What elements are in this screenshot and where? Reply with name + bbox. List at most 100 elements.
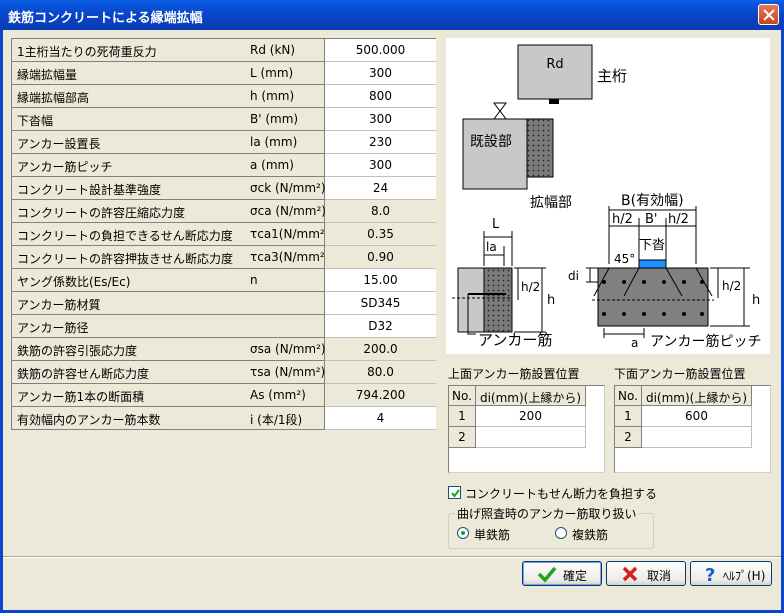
lower-shoe-box bbox=[638, 259, 667, 269]
param-value: 0.90 bbox=[325, 246, 436, 269]
bearing-mark bbox=[549, 99, 559, 104]
param-name: 縁端拡幅量 bbox=[17, 68, 78, 82]
param-label-cell: アンカー筋ピッチ a (mm) bbox=[12, 154, 325, 177]
param-name: 縁端拡幅部高 bbox=[17, 91, 90, 105]
param-row: ヤング係数比(Es/Ec) n 15.00 bbox=[12, 269, 436, 292]
param-value: 200.0 bbox=[325, 338, 436, 361]
bottom-col-no: No. bbox=[615, 386, 642, 406]
param-value[interactable]: 230 bbox=[325, 131, 436, 154]
L-label: L bbox=[492, 217, 500, 232]
param-value[interactable]: 300 bbox=[325, 62, 436, 85]
bottom-col-di: di(mm)(上縁から) bbox=[642, 386, 752, 406]
param-label-cell: アンカー筋径 bbox=[12, 315, 325, 338]
param-label-cell: 縁端拡幅部高 h (mm) bbox=[12, 85, 325, 108]
b-eff-label: B(有効幅) bbox=[621, 193, 684, 209]
param-value: 794.200 bbox=[325, 384, 436, 407]
checkbox-box[interactable] bbox=[448, 486, 461, 499]
bottom-row-no: 2 bbox=[615, 427, 642, 448]
param-label-cell: 鉄筋の許容引張応力度 σsa (N/mm²) bbox=[12, 338, 326, 361]
param-row: 鉄筋の許容引張応力度 σsa (N/mm²) 200.0 bbox=[12, 338, 436, 361]
bottom-row-di[interactable] bbox=[642, 427, 752, 448]
top-row-di[interactable]: 200 bbox=[476, 406, 586, 427]
cancel-button[interactable]: 取消 bbox=[606, 561, 686, 586]
top-row-di[interactable] bbox=[476, 427, 586, 448]
param-label-cell: 縁端拡幅量 L (mm) bbox=[12, 62, 325, 85]
param-row: コンクリートの許容押抜きせん断応力度 τca3(N/mm²) 0.90 bbox=[12, 246, 436, 269]
param-row: アンカー筋1本の断面積 As (mm²) 794.200 bbox=[12, 384, 436, 407]
param-label-cell: コンクリートの負担できるせん断応力度 τca1(N/mm²) bbox=[12, 223, 329, 246]
h-right-label: h bbox=[752, 293, 760, 308]
rd-label: Rd bbox=[546, 57, 563, 72]
check-icon bbox=[537, 566, 557, 583]
param-row: コンクリートの負担できるせん断応力度 τca1(N/mm²) 0.35 bbox=[12, 223, 436, 246]
param-name: ヤング係数比(Es/Ec) bbox=[17, 275, 131, 289]
param-label-cell: 鉄筋の許容せん断応力度 τsa (N/mm²) bbox=[12, 361, 325, 384]
param-value[interactable]: 500.000 bbox=[325, 39, 436, 62]
param-row: アンカー筋ピッチ a (mm) 300 bbox=[12, 154, 436, 177]
param-name: コンクリート設計基準強度 bbox=[17, 183, 162, 197]
param-value[interactable]: 15.00 bbox=[325, 269, 436, 292]
close-icon bbox=[763, 9, 775, 21]
single-rebar-label: 単鉄筋 bbox=[474, 528, 511, 542]
svg-text:?: ? bbox=[705, 565, 715, 583]
param-row: 下沓幅 B' (mm) 300 bbox=[12, 108, 436, 131]
param-value: 8.0 bbox=[325, 200, 436, 223]
parameter-table: 1主桁当たりの死荷重反力 Rd (kN) 500.000 縁端拡幅量 L (mm) 300… bbox=[11, 38, 436, 430]
ok-button[interactable]: 確定 bbox=[522, 561, 602, 586]
widening-section bbox=[483, 267, 513, 333]
help-button[interactable]: ? ﾍﾙﾌﾟ(H) bbox=[690, 561, 772, 586]
h2-right-label: h/2 bbox=[722, 279, 741, 293]
param-row: アンカー筋径 D32 bbox=[12, 315, 436, 338]
param-value[interactable]: 300 bbox=[325, 108, 436, 131]
param-name: コンクリートの許容押抜きせん断応力度 bbox=[17, 252, 234, 266]
param-row: アンカー筋材質 SD345 bbox=[12, 292, 436, 315]
param-row: コンクリート設計基準強度 σck (N/mm²) 24 bbox=[12, 177, 436, 200]
param-symbol: τca1(N/mm²) bbox=[250, 227, 330, 241]
radio-dot[interactable] bbox=[555, 527, 567, 539]
param-value[interactable]: SD345 bbox=[325, 292, 436, 315]
diagram-svg: Rd 主桁 既設部 拡幅部 L la h/2 h アンカー筋 B(有効幅) h/… bbox=[452, 44, 761, 350]
bottom-row-di[interactable]: 600 bbox=[642, 406, 752, 427]
param-value[interactable]: D32 bbox=[325, 315, 436, 338]
param-symbol: σck (N/mm²) bbox=[250, 181, 326, 195]
title-bar: 鉄筋コンクリートによる縁端拡幅 bbox=[0, 0, 784, 30]
param-symbol: i (本/1段) bbox=[250, 413, 303, 427]
param-label-cell: アンカー筋1本の断面積 As (mm²) bbox=[12, 384, 325, 407]
radio-dot[interactable] bbox=[457, 527, 469, 539]
param-row: 縁端拡幅量 L (mm) 300 bbox=[12, 62, 436, 85]
param-symbol: L (mm) bbox=[250, 66, 294, 80]
section-box bbox=[597, 267, 709, 327]
param-symbol: τsa (N/mm²) bbox=[250, 365, 326, 379]
double-rebar-label: 複鉄筋 bbox=[572, 528, 609, 542]
param-symbol: σca (N/mm²) bbox=[250, 204, 326, 218]
h2-b-right-label: h/2 bbox=[668, 212, 689, 227]
di-label: di bbox=[568, 269, 579, 283]
bottom-row-no: 1 bbox=[615, 406, 642, 427]
help-label: ﾍﾙﾌﾟ(H) bbox=[723, 569, 766, 583]
a-label: a bbox=[631, 336, 638, 350]
param-row: 縁端拡幅部高 h (mm) 800 bbox=[12, 85, 436, 108]
top-col-no: No. bbox=[449, 386, 476, 406]
deg45-label: 45° bbox=[614, 252, 635, 266]
shear-checkbox-label: コンクリートもせん断力を負担する bbox=[465, 487, 658, 501]
param-row: コンクリートの許容圧縮応力度 σca (N/mm²) 8.0 bbox=[12, 200, 436, 223]
widening-part-box bbox=[526, 118, 554, 178]
cancel-label: 取消 bbox=[647, 569, 672, 583]
param-symbol: la (mm) bbox=[250, 135, 298, 149]
param-label-cell: コンクリートの許容押抜きせん断応力度 τca3(N/mm²) bbox=[12, 246, 329, 269]
param-symbol: h (mm) bbox=[250, 89, 295, 103]
cross-icon bbox=[622, 566, 638, 582]
param-value[interactable]: 24 bbox=[325, 177, 436, 200]
param-symbol: a (mm) bbox=[250, 158, 294, 172]
bottom-anchor-table: No. di(mm)(上縁から) 1 600 2 bbox=[614, 385, 771, 473]
param-name: 鉄筋の許容せん断応力度 bbox=[17, 367, 150, 381]
bending-legend: 曲げ照査時のアンカー筋取り扱い bbox=[455, 505, 639, 522]
window-title: 鉄筋コンクリートによる縁端拡幅 bbox=[8, 11, 203, 26]
param-value[interactable]: 800 bbox=[325, 85, 436, 108]
param-value[interactable]: 4 bbox=[325, 407, 436, 430]
lower-shoe-label: 下沓 bbox=[639, 238, 665, 253]
param-name: コンクリートの負担できるせん断応力度 bbox=[17, 229, 233, 243]
param-row: アンカー設置長 la (mm) 230 bbox=[12, 131, 436, 154]
close-button[interactable] bbox=[758, 4, 779, 25]
param-value[interactable]: 300 bbox=[325, 154, 436, 177]
